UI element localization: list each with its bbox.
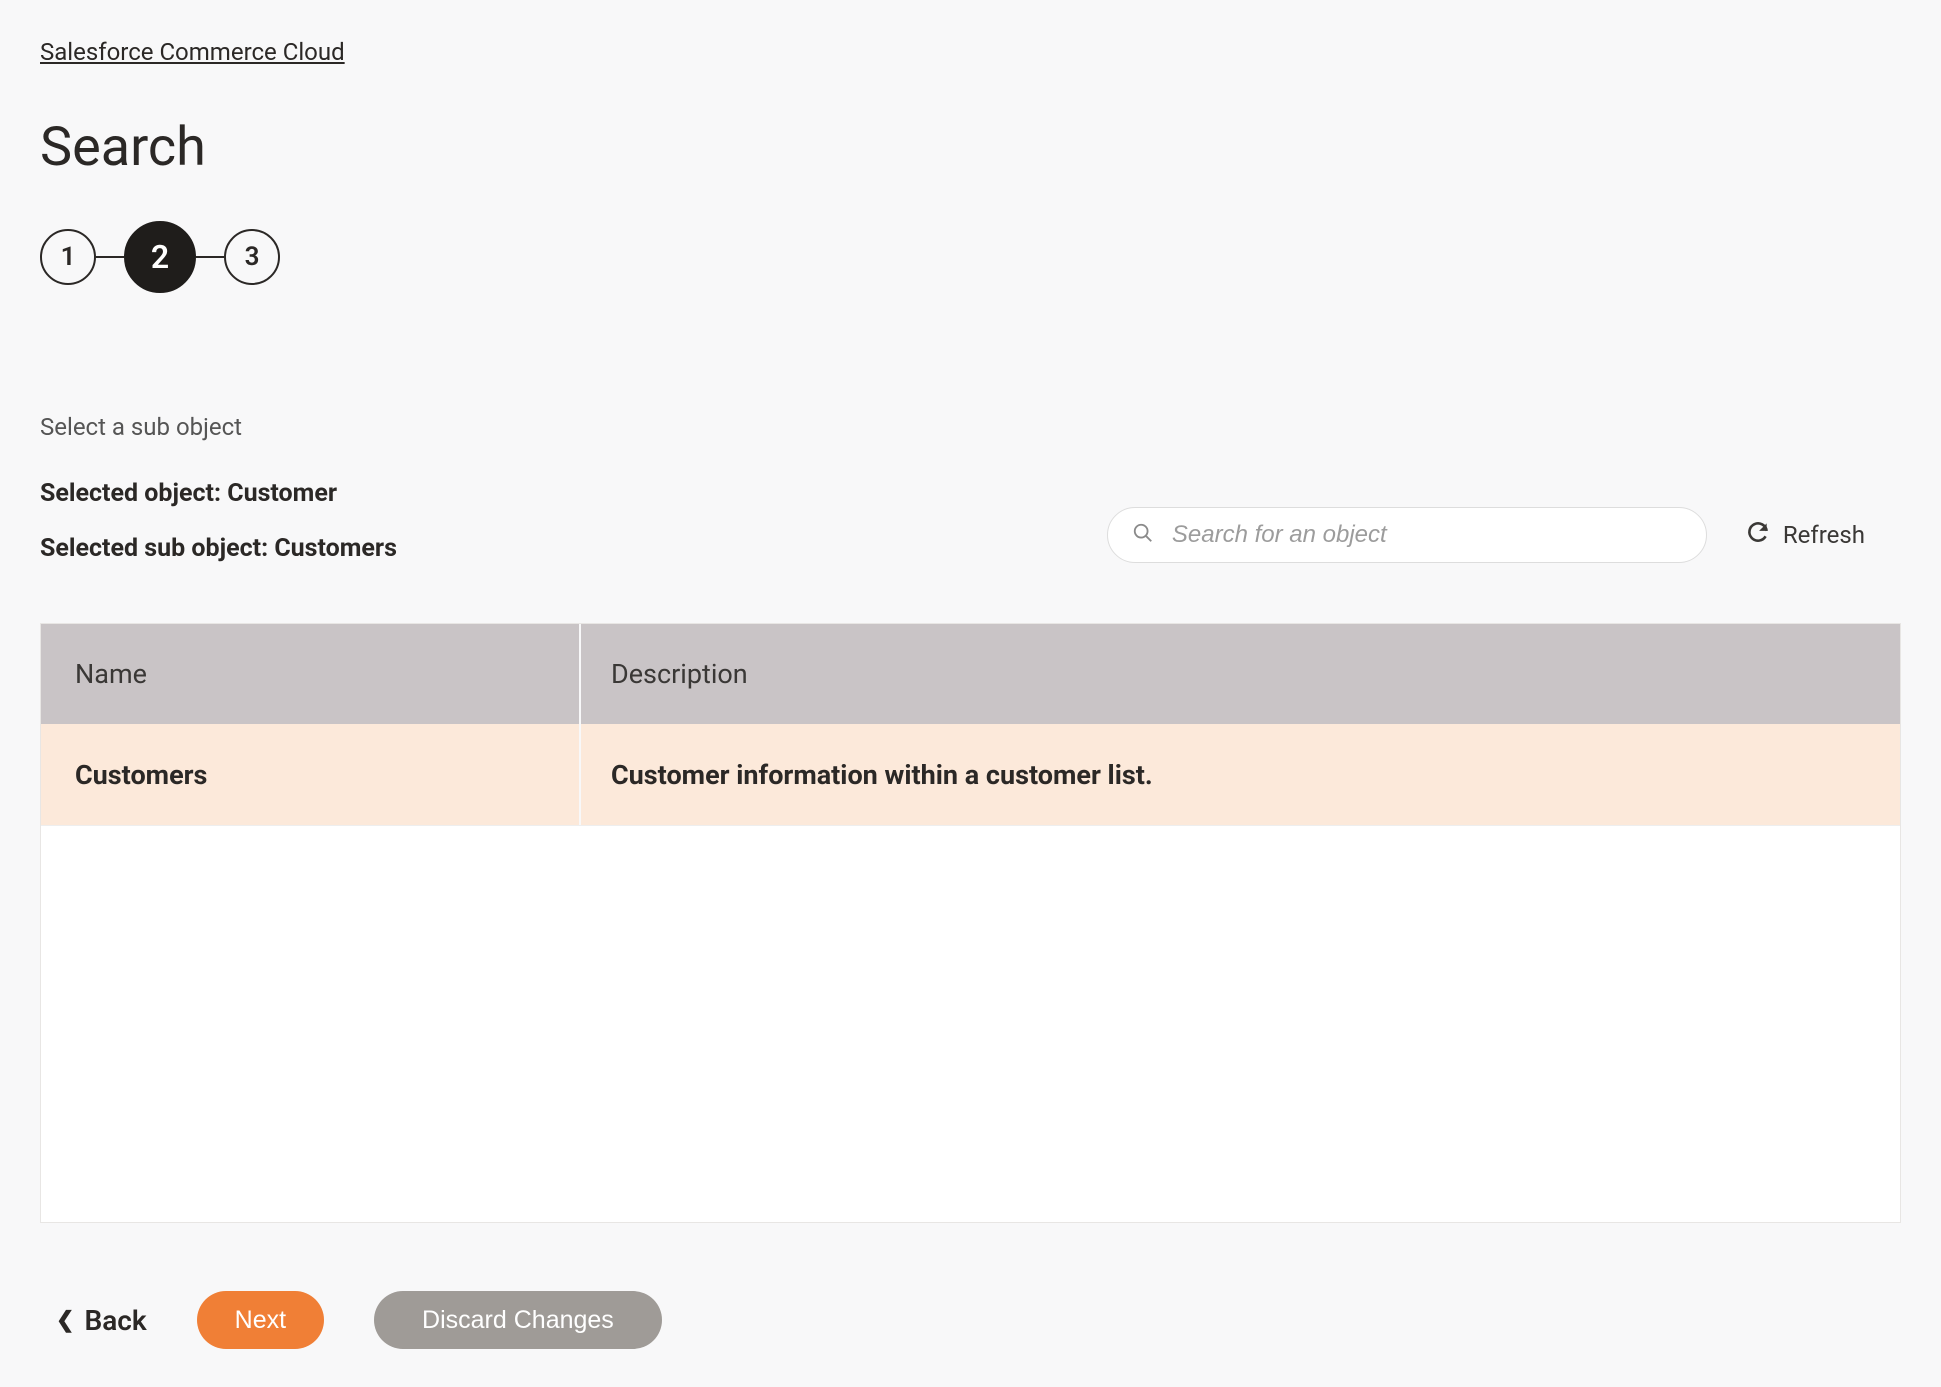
selected-sub-object-line: Selected sub object: Customers xyxy=(40,534,397,563)
refresh-label: Refresh xyxy=(1783,521,1865,549)
selected-object-value: Customer xyxy=(227,479,337,508)
breadcrumb-link[interactable]: Salesforce Commerce Cloud xyxy=(40,38,345,66)
table-header: Name Description xyxy=(41,624,1900,724)
selected-sub-object-value: Customers xyxy=(274,534,397,563)
selected-object-prefix: Selected object: xyxy=(40,479,227,508)
sub-object-instruction: Select a sub object xyxy=(40,413,1901,441)
chevron-left-icon: ❮ xyxy=(56,1308,74,1333)
step-2[interactable]: 2 xyxy=(124,221,196,293)
step-3[interactable]: 3 xyxy=(224,229,280,285)
search-box[interactable] xyxy=(1107,507,1707,563)
object-table: Name Description Customers Customer info… xyxy=(40,623,1901,1223)
page-title: Search xyxy=(40,116,1901,179)
selected-object-line: Selected object: Customer xyxy=(40,479,397,508)
discard-changes-button[interactable]: Discard Changes xyxy=(374,1291,662,1349)
search-icon xyxy=(1132,522,1154,548)
cell-name: Customers xyxy=(41,724,581,825)
refresh-icon xyxy=(1745,519,1771,551)
column-header-description[interactable]: Description xyxy=(581,658,1900,690)
back-label: Back xyxy=(84,1304,146,1337)
step-connector xyxy=(196,256,224,258)
back-button[interactable]: ❮ Back xyxy=(56,1304,147,1337)
footer-buttons: ❮ Back Next Discard Changes xyxy=(40,1291,1901,1349)
stepper: 1 2 3 xyxy=(40,221,1901,293)
step-1[interactable]: 1 xyxy=(40,229,96,285)
next-button[interactable]: Next xyxy=(197,1291,324,1349)
table-row[interactable]: Customers Customer information within a … xyxy=(41,724,1900,826)
selected-sub-object-prefix: Selected sub object: xyxy=(40,534,274,563)
cell-description: Customer information within a customer l… xyxy=(581,759,1900,791)
step-connector xyxy=(96,256,124,258)
search-input[interactable] xyxy=(1172,521,1682,549)
refresh-button[interactable]: Refresh xyxy=(1745,519,1865,551)
column-header-name[interactable]: Name xyxy=(41,624,581,724)
